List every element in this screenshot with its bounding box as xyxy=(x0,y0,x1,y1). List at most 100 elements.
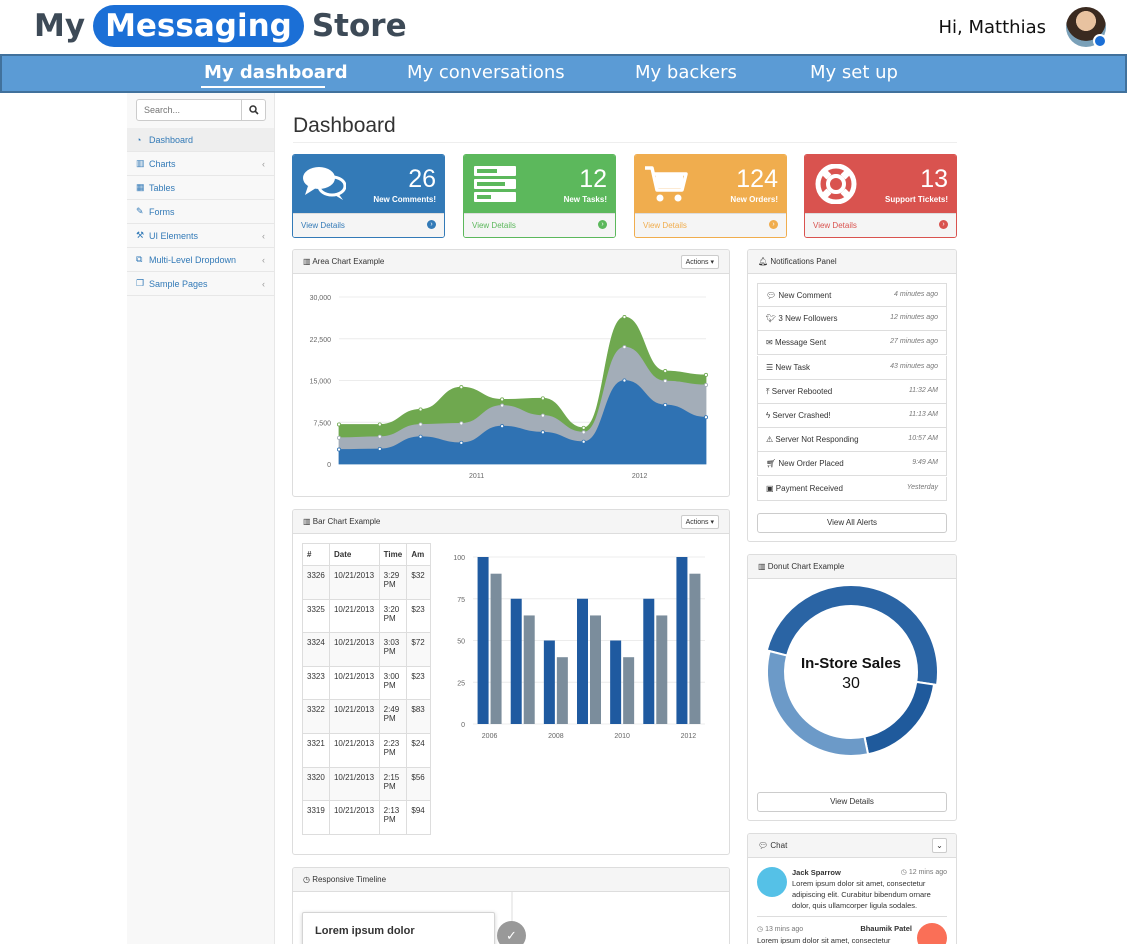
table-cell: 10/21/2013 xyxy=(328,565,380,600)
chat-text: Lorem ipsum dolor sit amet, consectetur xyxy=(757,936,891,944)
data-point xyxy=(622,378,627,383)
data-point xyxy=(703,415,708,420)
actions-dropdown[interactable]: Actions ▾ xyxy=(680,255,719,269)
notification-time: 9:49 AM xyxy=(912,459,938,467)
view-all-alerts-button[interactable]: View All Alerts xyxy=(757,513,947,533)
table-row[interactable]: 3319 10/21/2013 2:13 PM $94 xyxy=(302,800,431,835)
notification-label: New Order Placed xyxy=(778,459,844,469)
actions-dropdown[interactable]: Actions ▾ xyxy=(680,515,719,529)
data-point xyxy=(459,385,464,390)
cell-text: 10/21/2013 xyxy=(333,671,375,681)
notification-item[interactable]: ✉ Message Sent 27 minutes ago xyxy=(757,331,947,356)
table-row[interactable]: 3320 10/21/2013 2:15 PM $56 xyxy=(302,766,431,802)
table-row[interactable]: 3322 10/21/2013 2:49 PM $83 xyxy=(302,699,431,734)
sidebar-item-ui-elements[interactable]: ⚒ UI Elements ‹ xyxy=(127,224,274,248)
brand-logo[interactable]: My Messaging Store xyxy=(34,5,407,47)
cell-text: $32 xyxy=(411,571,425,580)
dashboard-icon: ◔ xyxy=(136,134,142,145)
timeline-panel: ◷ Responsive Timeline Lorem ipsum dolor … xyxy=(292,867,730,944)
panel-title: Donut Chart Example xyxy=(767,562,845,571)
cell-text: PM xyxy=(383,680,396,690)
chevron-left-icon: ‹ xyxy=(262,278,265,289)
data-point xyxy=(663,379,668,384)
comments-icon xyxy=(303,167,346,200)
view-details-link[interactable]: View Details › xyxy=(805,213,956,237)
edit-icon: ✎ xyxy=(136,206,144,216)
y-tick-label: 50 xyxy=(457,639,465,646)
search-button[interactable] xyxy=(241,100,265,120)
cell-text: 3324 xyxy=(307,638,325,648)
bar xyxy=(477,557,489,724)
table-row[interactable]: 3323 10/21/2013 3:00 PM $23 xyxy=(302,665,431,701)
table-cell: 3325 xyxy=(302,598,330,634)
table-cell: 10/21/2013 xyxy=(328,732,380,768)
x-tick-label: 2006 xyxy=(482,733,498,740)
chat-divider xyxy=(757,916,947,917)
user-avatar[interactable] xyxy=(1066,7,1107,48)
table-cell: 3319 xyxy=(302,800,330,835)
table-row[interactable]: 3325 10/21/2013 3:20 PM $23 xyxy=(302,598,431,634)
notification-item[interactable]: ☰ New Task 43 minutes ago xyxy=(757,355,947,380)
table-row[interactable]: 3326 10/21/2013 3:29 PM $32 xyxy=(302,565,431,600)
notification-item[interactable]: ▣ Payment Received Yesterday xyxy=(757,476,947,501)
notification-item[interactable]: ϟ Server Crashed! 11:13 AM xyxy=(757,404,947,428)
bar xyxy=(556,657,568,724)
table-row[interactable]: 3321 10/21/2013 2:23 PM $24 xyxy=(302,732,431,768)
col-header[interactable]: Am xyxy=(406,543,431,566)
data-point xyxy=(418,422,423,427)
table-cell: 3322 xyxy=(302,699,330,734)
table-cell: 2:23 PM xyxy=(378,732,408,768)
cell-text: 3:20 xyxy=(383,604,400,614)
col-header[interactable]: Date xyxy=(328,543,380,566)
table-cell: 10/21/2013 xyxy=(328,800,380,835)
data-point xyxy=(622,345,627,350)
bell-icon: 🔔︎ xyxy=(758,257,771,266)
data-point xyxy=(581,430,586,435)
warning-icon: ⚠ xyxy=(766,435,776,445)
sidebar-item-charts[interactable]: ▥ Charts ‹ xyxy=(127,152,274,176)
comment-icon: 💬︎ xyxy=(766,291,779,300)
clock-icon: ◷ xyxy=(757,926,766,933)
arrow-circle-right-icon: › xyxy=(939,220,948,229)
view-details-button[interactable]: View Details xyxy=(757,792,947,812)
sidebar-item-multi-level-dropdown[interactable]: ⧉ Multi-Level Dropdown ‹ xyxy=(127,248,274,272)
top-header: My Messaging Store Hi, Matthias xyxy=(0,0,1127,54)
sidebar-item-sample-pages[interactable]: ❐ Sample Pages ‹ xyxy=(127,272,274,296)
table-cell: $23 xyxy=(406,665,431,701)
sidebar-item-dashboard[interactable]: ◔ Dashboard xyxy=(127,128,274,152)
notification-label: Server Not Responding xyxy=(775,435,859,445)
notification-item[interactable]: 💬︎ New Comment 4 minutes ago xyxy=(757,283,947,307)
notification-label: Payment Received xyxy=(775,483,843,493)
nav-my-backers[interactable]: My backers xyxy=(635,62,737,83)
notification-item[interactable]: 🛒︎ New Order Placed 9:49 AM xyxy=(757,452,947,477)
col-header[interactable]: Time xyxy=(378,543,408,566)
col-header[interactable]: # xyxy=(302,543,330,566)
table-cell: 2:49 PM xyxy=(378,699,408,734)
nav-my-set-up[interactable]: My set up xyxy=(810,62,898,83)
cell-text: $23 xyxy=(411,604,425,614)
notification-time: 43 minutes ago xyxy=(890,362,938,370)
view-details-link[interactable]: View Details › xyxy=(293,213,444,237)
sidebar-item-label: Forms xyxy=(149,206,175,217)
notification-item[interactable]: ⤒ Server Rebooted 11:32 AM xyxy=(757,379,947,404)
view-details-link[interactable]: View Details › xyxy=(464,213,615,237)
chevron-down-icon[interactable]: ⌄ xyxy=(932,838,947,853)
nav-my-dashboard[interactable]: My dashboard xyxy=(204,62,348,83)
nav-my-conversations[interactable]: My conversations xyxy=(407,62,565,83)
sidebar-item-forms[interactable]: ✎ Forms xyxy=(127,200,274,224)
transactions-table-wrapper: # Date Time Am 3326 10/21/2013 3:29 PM $32 33… xyxy=(302,543,431,835)
cell-text: 10/21/2013 xyxy=(333,806,375,816)
notification-item[interactable]: 🐦︎ 3 New Followers 12 minutes ago xyxy=(757,307,947,332)
notification-label: 3 New Followers xyxy=(778,314,838,324)
cell-text: PM xyxy=(383,747,396,757)
data-point xyxy=(663,369,668,374)
table-cell: 10/21/2013 xyxy=(328,766,380,802)
y-tick-label: 100 xyxy=(453,555,465,562)
table-cell: $24 xyxy=(406,732,431,768)
data-point xyxy=(703,382,708,387)
notification-item[interactable]: ⚠ Server Not Responding 10:57 AM xyxy=(757,428,947,453)
sidebar-item-tables[interactable]: ▦ Tables xyxy=(127,176,274,200)
view-details-link[interactable]: View Details › xyxy=(635,213,786,237)
table-row[interactable]: 3324 10/21/2013 3:03 PM $72 xyxy=(302,632,431,667)
search-input[interactable] xyxy=(137,100,242,120)
